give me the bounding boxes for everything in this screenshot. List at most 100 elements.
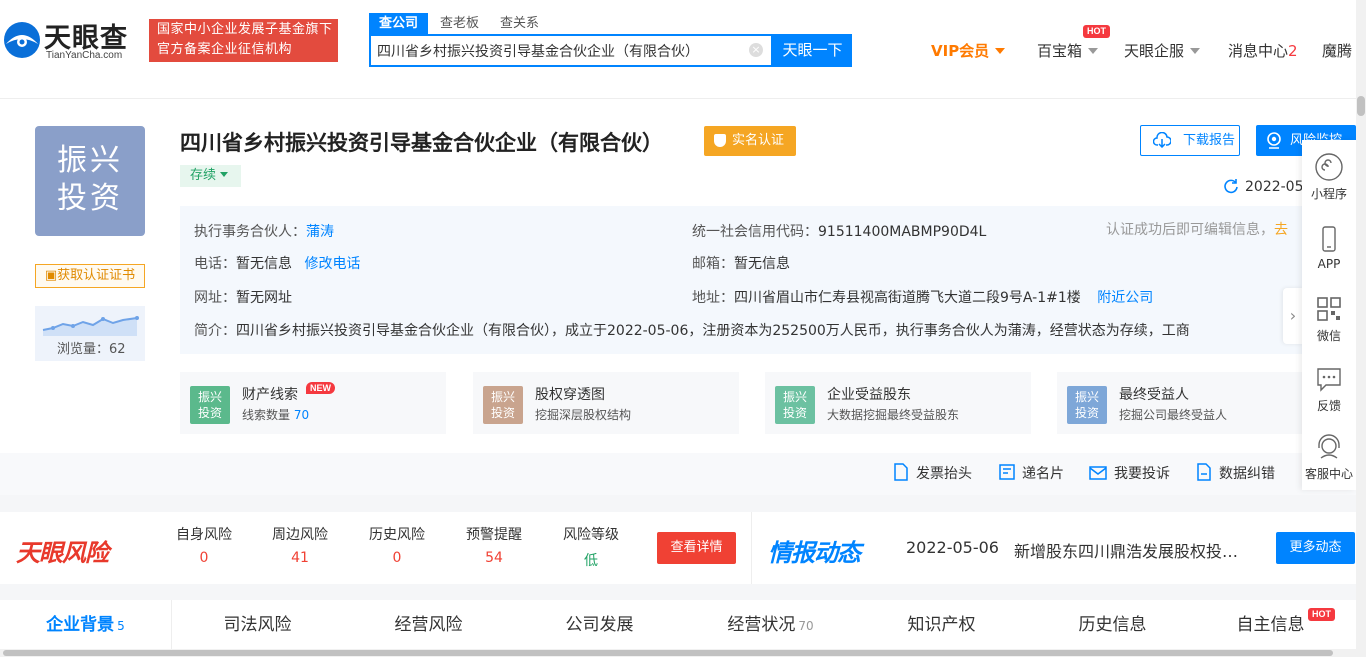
tab-company-development[interactable]: 公司发展 [514,600,685,650]
feature-subtitle: 挖掘公司最终受益人 [1119,408,1228,422]
app-button[interactable]: APP [1302,224,1356,271]
collapse-sidebar-button[interactable]: › [1283,288,1303,344]
treasure-menu[interactable]: 百宝箱 [1037,40,1099,61]
more-updates-button[interactable]: 更多动态 [1276,532,1355,564]
feature-subtitle: 大数据挖掘最终受益股东 [827,408,960,422]
feature-title: 最终受益人 [1119,387,1189,403]
message-center-link[interactable]: 消息中心2 [1228,40,1298,61]
monitor-eye-icon [1267,132,1281,149]
tab-label: 知识产权 [907,615,976,635]
app-label: APP [1317,257,1341,271]
clear-icon[interactable]: × [749,43,763,57]
phone-icon [1322,226,1336,252]
executive-partner-link[interactable]: 蒲涛 [306,224,334,240]
top-nav: 天眼查 TianYanCha.com 国家中小企业发展子基金旗下 官方备案企业征… [0,0,1356,98]
risk-value: 54 [485,550,503,566]
tab-label: 经营风险 [394,615,463,635]
feature-title: 财产线索 [242,387,298,403]
certificate-icon: ▣ [44,268,58,283]
tab-enterprise-background[interactable]: 企业背景 5 [0,600,171,650]
status-tag[interactable]: 存续 [180,165,241,187]
mini-program-label: 小程序 [1310,187,1347,201]
feature-ultimate-beneficiary[interactable]: 振兴 投资 最终受益人 挖掘公司最终受益人 [1057,372,1323,434]
tab-intellectual-property[interactable]: 知识产权 [856,600,1027,650]
enterprise-service-menu[interactable]: 天眼企服 [1124,40,1201,61]
search-button[interactable]: 天眼一下 [773,34,852,67]
avatar-line1: 振兴 [57,143,123,178]
address-label: 地址： [692,290,734,306]
invoice-title-link[interactable]: 发票抬头 [893,463,972,483]
risk-label: 风险等级 [563,527,619,543]
tab-operating-risk[interactable]: 经营风险 [343,600,514,650]
risk-history[interactable]: 历史风险 0 [357,524,437,566]
chevron-down-icon [1190,48,1201,54]
clue-count: 70 [293,408,310,422]
download-report-label: 下载报告 [1183,133,1236,148]
search-tab-relation[interactable]: 查关系 [500,13,539,34]
risk-self[interactable]: 自身风险 0 [164,524,244,566]
chevron-down-icon [995,48,1006,54]
search-input[interactable] [377,41,747,61]
update-date[interactable]: 2022-05 [1223,178,1304,195]
views-value: 62 [109,342,126,357]
nearby-companies-link[interactable]: 附近公司 [1097,290,1153,306]
feature-property-clues[interactable]: 振兴 投资 财产线索 NEW 线索数量 70 [180,372,446,434]
website-row: 网址：暂无网址 [194,287,292,307]
scrollbar-thumb[interactable] [1357,96,1365,116]
horizontal-scrollbar[interactable] [0,649,1356,657]
feature-logo: 振兴 投资 [190,386,230,424]
user-menu[interactable]: 魔腾 [1322,40,1352,61]
status-label: 存续 [190,168,217,183]
chevron-down-icon [1088,48,1099,54]
risk-warning[interactable]: 预警提醒 54 [454,524,534,566]
vertical-scrollbar[interactable] [1356,0,1366,657]
chevron-down-icon [220,172,229,177]
wechat-button[interactable]: 微信 [1302,294,1356,344]
data-correction-link[interactable]: 数据纠错 [1196,463,1275,483]
card-icon [999,464,1015,480]
views-trend-icon [42,316,139,336]
search-tab-boss[interactable]: 查老板 [440,13,479,34]
intel-text[interactable]: 新增股东四川鼎浩发展股权投资基金管理有限公司 [1014,538,1254,562]
scrollbar-thumb[interactable] [3,650,1333,656]
avatar-line2: 投资 [57,181,123,216]
phone-value: 暂无信息 [236,256,292,272]
executive-partner-label: 执行事务合伙人： [194,224,306,240]
tab-judicial-risk[interactable]: 司法风险 [172,600,343,650]
view-details-button[interactable]: 查看详情 [657,532,736,564]
update-date-value: 2022-05 [1245,179,1304,195]
risk-level[interactable]: 风险等级 低 [551,524,631,570]
customer-service-button[interactable]: 客服中心 [1302,432,1356,482]
feature-beneficial-shareholders[interactable]: 振兴 投资 企业受益股东 大数据挖掘最终受益股东 [765,372,1031,434]
edit-phone-link[interactable]: 修改电话 [304,256,360,272]
feedback-button[interactable]: 反馈 [1302,364,1356,414]
feature-equity-penetration[interactable]: 振兴 投资 股权穿透图 挖掘深层股权结构 [473,372,739,434]
send-card-link[interactable]: 递名片 [999,463,1064,483]
risk-value: 低 [584,553,598,569]
download-report-button[interactable]: 下载报告 [1140,125,1240,156]
tianyancha-logo[interactable]: 天眼查 TianYanCha.com [0,14,140,64]
risk-label: 历史风险 [369,527,425,543]
risk-surrounding[interactable]: 周边风险 41 [260,524,340,566]
invoice-title-label: 发票抬头 [916,466,972,482]
views-count: 浏览量：62 [57,338,126,357]
mini-program-button[interactable]: 小程序 [1302,152,1356,202]
credit-code-value: 91511400MABMP90D4L [818,224,987,240]
mail-icon [1089,466,1107,480]
edit-hint-row: 认证成功后即可编辑信息，去 [1106,219,1288,239]
tab-count: 70 [798,619,814,633]
feature-subtitle: 线索数量 70 [242,406,309,423]
feature-title: 股权穿透图 [535,387,605,403]
phone-row: 电话：暂无信息 修改电话 [194,253,360,273]
get-certificate-link[interactable]: ▣获取认证证书 [35,264,145,288]
edit-hint-link[interactable]: 去 [1274,222,1288,238]
search-tab-company[interactable]: 查公司 [369,13,429,34]
verified-badge[interactable]: 实名认证 [704,126,796,156]
complaint-link[interactable]: 我要投诉 [1089,463,1170,483]
logo-eye-icon [4,22,40,58]
tab-operating-status[interactable]: 经营状况 70 [685,600,856,650]
tab-history-info[interactable]: 历史信息 [1027,600,1198,650]
feedback-icon [1317,368,1341,392]
edit-document-icon [1197,463,1211,481]
vip-menu[interactable]: VIP会员 [931,40,1006,61]
